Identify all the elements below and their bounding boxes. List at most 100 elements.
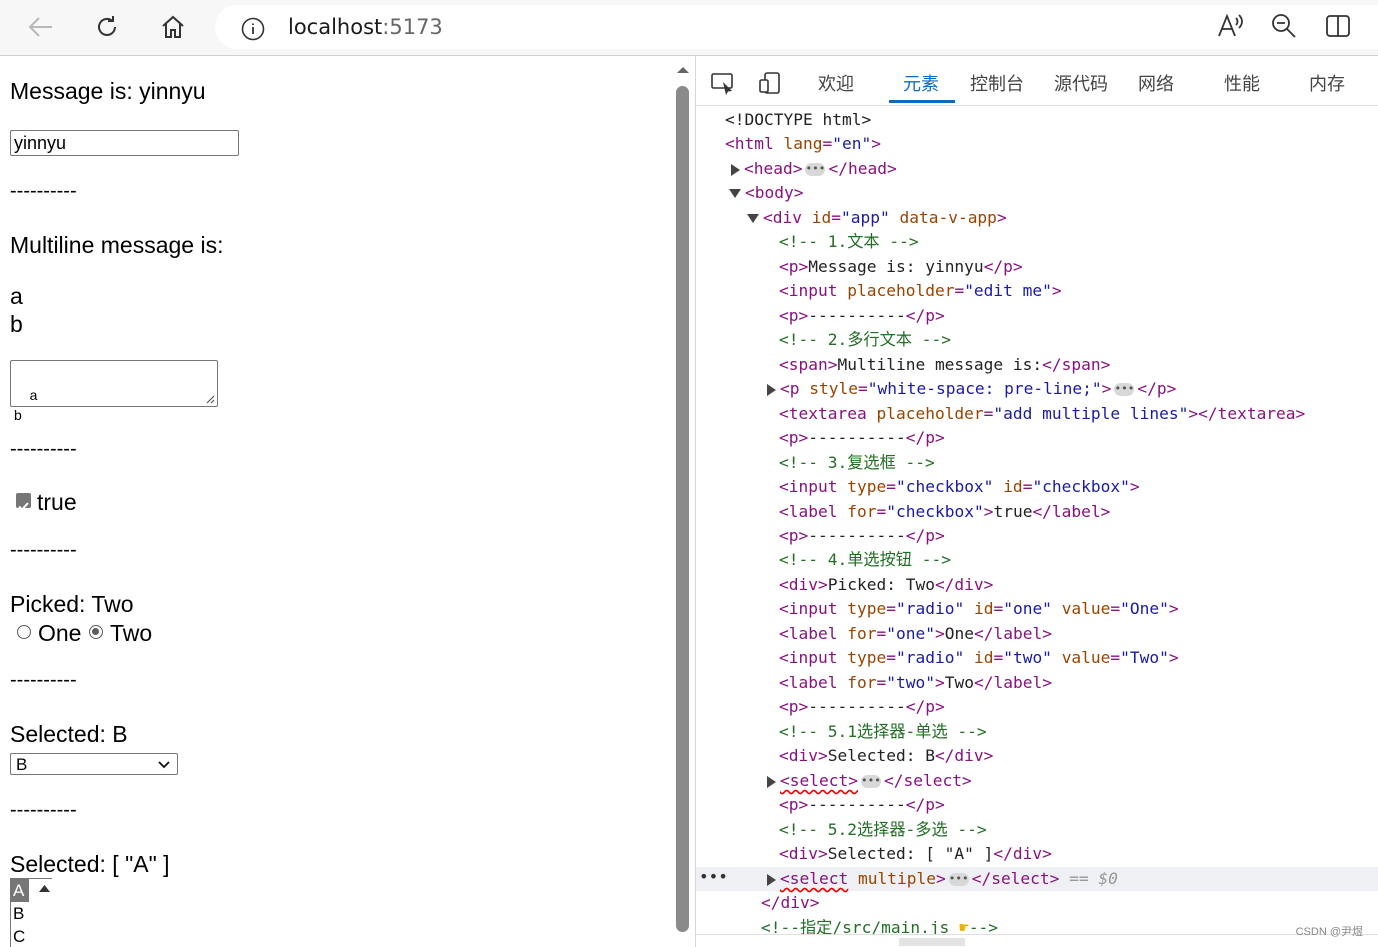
separator: ----------: [10, 180, 77, 202]
dom-node[interactable]: <input type="radio" id="two" value="Two"…: [779, 646, 1179, 670]
scroll-up-arrow-icon[interactable]: [37, 879, 52, 947]
home-icon: [162, 15, 184, 38]
dom-node[interactable]: <p style="white-space: pre-line;"> ••• </p…: [767, 377, 1176, 401]
ellipsis-icon[interactable]: •••: [1114, 383, 1135, 396]
multiline-label: Multiline message is:: [10, 232, 224, 258]
expand-triangle-icon[interactable]: [767, 383, 776, 396]
dom-node[interactable]: <p>----------</p>: [779, 524, 945, 548]
devtools-horizontal-scrollbar[interactable]: [696, 934, 1378, 947]
tab-welcome[interactable]: 欢迎: [818, 70, 854, 96]
dom-node[interactable]: <!-- 5.2选择器-多选 -->: [779, 818, 987, 842]
ellipsis-icon[interactable]: •••: [805, 163, 826, 176]
dom-node[interactable]: <select> ••• </select>: [767, 769, 972, 793]
collapse-triangle-icon[interactable]: [729, 189, 741, 198]
checkbox[interactable]: [16, 493, 31, 511]
dom-node[interactable]: <!-- 5.1选择器-单选 -->: [779, 720, 987, 744]
radio-two[interactable]: [89, 625, 103, 639]
picked-text: Picked: Two: [10, 591, 134, 617]
checkbox-label[interactable]: true: [37, 489, 77, 516]
refresh-button[interactable]: [90, 10, 124, 44]
dom-node[interactable]: <span>Multiline message is:</span>: [779, 353, 1110, 377]
node-actions-dots[interactable]: •••: [699, 867, 728, 886]
radio-two-label[interactable]: Two: [110, 620, 152, 647]
dom-node[interactable]: <div id="app" data-v-app>: [747, 206, 1007, 230]
radio-one-label[interactable]: One: [38, 620, 81, 647]
dom-node[interactable]: <div>Selected: [ "A" ]</div>: [779, 842, 1052, 866]
expand-triangle-icon[interactable]: [731, 163, 740, 176]
dom-node[interactable]: <html lang="en">: [725, 132, 881, 156]
scrollbar-thumb[interactable]: [899, 938, 965, 946]
inspect-element-button[interactable]: [710, 71, 736, 100]
dom-node[interactable]: <p>----------</p>: [779, 695, 945, 719]
dom-node[interactable]: <label for="two">Two</label>: [779, 671, 1052, 695]
active-tab-indicator: [889, 100, 955, 103]
devtools-tabbar: 欢迎 元素 控制台 源代码 网络 性能 内存: [696, 56, 1378, 106]
dom-node[interactable]: <!-- 3.复选框 -->: [779, 451, 935, 475]
dom-node[interactable]: <p>----------</p>: [779, 793, 945, 817]
dom-node[interactable]: <input type="checkbox" id="checkbox">: [779, 475, 1140, 499]
ellipsis-icon[interactable]: •••: [860, 775, 881, 788]
ellipsis-icon[interactable]: •••: [948, 873, 969, 886]
address-url[interactable]: localhost:5173: [288, 15, 443, 39]
tab-sources[interactable]: 源代码: [1054, 70, 1108, 96]
url-host: localhost: [288, 15, 383, 39]
address-bar[interactable]: localhost:5173: [215, 5, 1378, 49]
dom-node[interactable]: <head> ••• </head>: [731, 157, 897, 181]
scrollbar-thumb[interactable]: [676, 86, 689, 932]
dom-node[interactable]: </div>: [761, 891, 819, 915]
dom-node[interactable]: <label for="checkbox">true</label>: [779, 500, 1110, 524]
dom-node[interactable]: <label for="one">One</label>: [779, 622, 1052, 646]
checkmark-icon: [18, 502, 29, 511]
split-screen-button[interactable]: [1324, 12, 1352, 45]
dom-node[interactable]: <!DOCTYPE html>: [725, 108, 871, 132]
resize-handle-icon[interactable]: [205, 394, 215, 404]
expand-triangle-icon[interactable]: [767, 775, 776, 788]
dom-node[interactable]: <p>----------</p>: [779, 304, 945, 328]
single-select[interactable]: B: [10, 753, 178, 775]
multiline-textarea[interactable]: a b: [10, 360, 218, 423]
message-text: Message is: yinnyu: [10, 78, 206, 104]
dom-node[interactable]: <!-- 2.多行文本 -->: [779, 328, 951, 352]
message-input[interactable]: yinnyu: [10, 130, 239, 156]
scroll-up-icon[interactable]: [673, 62, 693, 78]
site-info-icon[interactable]: [241, 17, 265, 46]
dom-node[interactable]: <div>Selected: B</div>: [779, 744, 993, 768]
dom-node[interactable]: <textarea placeholder="add multiple line…: [779, 402, 1305, 426]
dom-node[interactable]: <p>Message is: yinnyu</p>: [779, 255, 1023, 279]
dom-node[interactable]: <!-- 4.单选按钮 -->: [779, 548, 951, 572]
dom-node-selected[interactable]: <select multiple> ••• </select> == $0: [767, 867, 1118, 891]
inspect-icon: [711, 73, 733, 95]
home-button[interactable]: [156, 10, 190, 44]
collapse-triangle-icon[interactable]: [747, 214, 759, 223]
multi-select[interactable]: A B C: [10, 878, 52, 947]
device-icon: [759, 72, 780, 94]
dom-node[interactable]: <p>----------</p>: [779, 426, 945, 450]
device-emulation-button[interactable]: [757, 71, 783, 100]
dom-node[interactable]: <div>Picked: Two</div>: [779, 573, 993, 597]
back-button[interactable]: [24, 10, 58, 44]
multiline-line-1: a: [10, 283, 23, 309]
back-arrow-icon: [28, 17, 52, 37]
watermark: CSDN @尹煜: [1295, 926, 1363, 938]
read-aloud-button[interactable]: [1216, 12, 1244, 45]
tab-performance[interactable]: 性能: [1224, 70, 1260, 96]
url-port: :5173: [382, 15, 443, 39]
tab-console[interactable]: 控制台: [970, 70, 1024, 96]
tab-memory[interactable]: 内存: [1309, 70, 1345, 96]
radio-one[interactable]: [17, 625, 31, 639]
select-value: B: [16, 755, 28, 774]
tab-elements[interactable]: 元素: [903, 70, 939, 96]
dom-node[interactable]: <input type="radio" id="one" value="One"…: [779, 597, 1179, 621]
separator: ----------: [10, 539, 77, 561]
devtools-panel: 欢迎 元素 控制台 源代码 网络 性能 内存 ••• <!DOCTYPE htm…: [695, 56, 1378, 947]
dom-node[interactable]: <!-- 1.文本 -->: [779, 230, 919, 254]
chevron-down-icon: [158, 761, 170, 769]
dom-node[interactable]: <input placeholder="edit me">: [779, 279, 1062, 303]
textarea-value: a b: [14, 387, 38, 423]
tab-network[interactable]: 网络: [1138, 70, 1174, 96]
page-scrollbar[interactable]: [673, 56, 693, 947]
zoom-button[interactable]: [1270, 12, 1298, 45]
dom-node[interactable]: <body>: [729, 181, 803, 205]
multi-option[interactable]: A: [11, 879, 29, 902]
expand-triangle-icon[interactable]: [767, 873, 776, 886]
